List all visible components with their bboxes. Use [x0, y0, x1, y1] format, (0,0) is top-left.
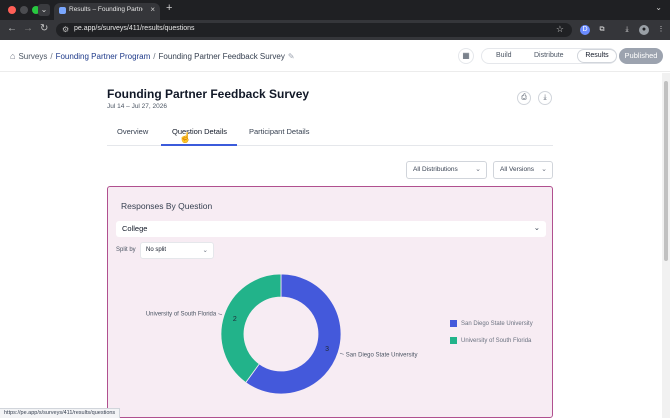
donut-slice-1[interactable]	[220, 273, 282, 384]
distributions-select[interactable]: All Distributions ⌄	[406, 161, 487, 179]
pencil-icon[interactable]: ✎	[288, 52, 295, 61]
distribute-mode-button[interactable]: Distribute	[534, 52, 564, 59]
legend-item-1[interactable]: University of South Florida	[450, 337, 533, 350]
close-tab-icon[interactable]: ×	[150, 5, 155, 14]
legend-item-0[interactable]: San Diego State University	[450, 320, 533, 333]
breadcrumb-separator: /	[153, 51, 156, 61]
donut-value-label-1: 2	[233, 316, 237, 323]
published-button[interactable]: Published	[619, 48, 663, 64]
chevron-down-icon[interactable]: ⌄	[655, 3, 662, 12]
print-icon[interactable]: ⎙	[517, 91, 531, 105]
extension-icon[interactable]: D	[580, 25, 590, 35]
browser-tab-bar: ⌄ Results – Founding Partner F × + ⌄	[0, 0, 670, 20]
page-title: Founding Partner Feedback Survey	[107, 87, 310, 101]
breadcrumb-surveys[interactable]: Surveys	[18, 52, 47, 61]
distributions-select-value: All Distributions	[413, 166, 458, 173]
browser-menu-icon[interactable]: ⋮	[656, 25, 666, 35]
legend-swatch-1	[450, 337, 457, 344]
favicon-icon	[59, 7, 66, 14]
status-bar-url: https://pe.app/s/surveys/411/results/que…	[0, 408, 121, 418]
build-mode-button[interactable]: Build	[496, 52, 512, 59]
donut-leader-line-0	[339, 352, 344, 355]
survey-date-range: Jul 14 – Jul 27, 2026	[107, 103, 167, 110]
results-tabs: Overview Question Details Participant De…	[107, 126, 553, 146]
legend-label-1: University of South Florida	[461, 338, 532, 344]
donut-category-label-1: University of South Florida	[146, 312, 217, 318]
scrollbar-thumb[interactable]	[664, 81, 668, 261]
back-arrow-icon[interactable]: ←	[7, 23, 17, 34]
chart-legend: San Diego State University University of …	[450, 320, 533, 354]
responses-panel: Responses By Question College ⌄ Split by…	[107, 186, 553, 418]
breadcrumb-current: Founding Partner Feedback Survey	[158, 51, 285, 61]
donut-value-label-0: 3	[325, 346, 329, 353]
browser-tab-results[interactable]: Results – Founding Partner F ×	[54, 3, 160, 20]
reload-icon[interactable]: ↻	[40, 23, 48, 34]
donut-leader-line-1	[218, 313, 223, 316]
donut-chart: 3 San Diego State University 2 University o…	[146, 273, 418, 395]
url-input[interactable]: ⚙ pe.app/s/surveys/411/results/questions…	[56, 23, 572, 37]
site-info-icon[interactable]: ⚙	[62, 25, 69, 34]
profile-avatar-icon[interactable]: ●	[639, 25, 649, 35]
browser-tab-title: Results – Founding Partner F	[69, 6, 143, 13]
download-icon[interactable]: ⤓	[538, 91, 552, 105]
legend-label-0: San Diego State University	[461, 321, 533, 327]
breadcrumb-separator: /	[50, 51, 53, 61]
calendar-icon[interactable]: ▦	[458, 48, 474, 64]
browser-address-bar: ← → ↻ ⚙ pe.app/s/surveys/411/results/que…	[0, 20, 670, 40]
versions-select-value: All Versions	[500, 166, 534, 173]
chevron-down-icon: ⌄	[475, 166, 481, 173]
tab-overview[interactable]: Overview	[117, 127, 148, 136]
home-icon[interactable]: ⌂	[10, 51, 15, 61]
donut-category-label-0: San Diego State University	[346, 352, 418, 358]
forward-arrow-icon[interactable]: →	[23, 23, 33, 34]
tab-participant-details[interactable]: Participant Details	[249, 127, 309, 136]
tab-search-icon[interactable]: ⌄	[38, 4, 50, 16]
legend-swatch-0	[450, 320, 457, 327]
page-scrollbar[interactable]	[662, 73, 670, 418]
results-mode-button[interactable]: Results	[578, 50, 616, 62]
breadcrumb-program[interactable]: Founding Partner Program	[56, 52, 151, 61]
active-tab-indicator	[161, 144, 237, 146]
chevron-down-icon: ⌄	[541, 166, 547, 173]
versions-select[interactable]: All Versions ⌄	[493, 161, 553, 179]
url-text: pe.app/s/surveys/411/results/questions	[74, 25, 195, 32]
window-minimize-dot[interactable]	[20, 6, 28, 14]
downloads-icon[interactable]: ⤓	[622, 25, 632, 35]
breadcrumb: ⌂ Surveys / Founding Partner Program / F…	[10, 51, 295, 61]
extensions-puzzle-icon[interactable]: ⧉	[597, 25, 607, 35]
new-tab-icon[interactable]: +	[166, 2, 172, 14]
mode-switcher: Build Distribute Results	[481, 48, 617, 64]
bookmark-star-icon[interactable]: ☆	[556, 24, 564, 35]
mouse-pointer-icon: ☝	[179, 133, 192, 144]
app-header: ⌂ Surveys / Founding Partner Program / F…	[0, 40, 670, 72]
window-close-dot[interactable]	[8, 6, 16, 14]
